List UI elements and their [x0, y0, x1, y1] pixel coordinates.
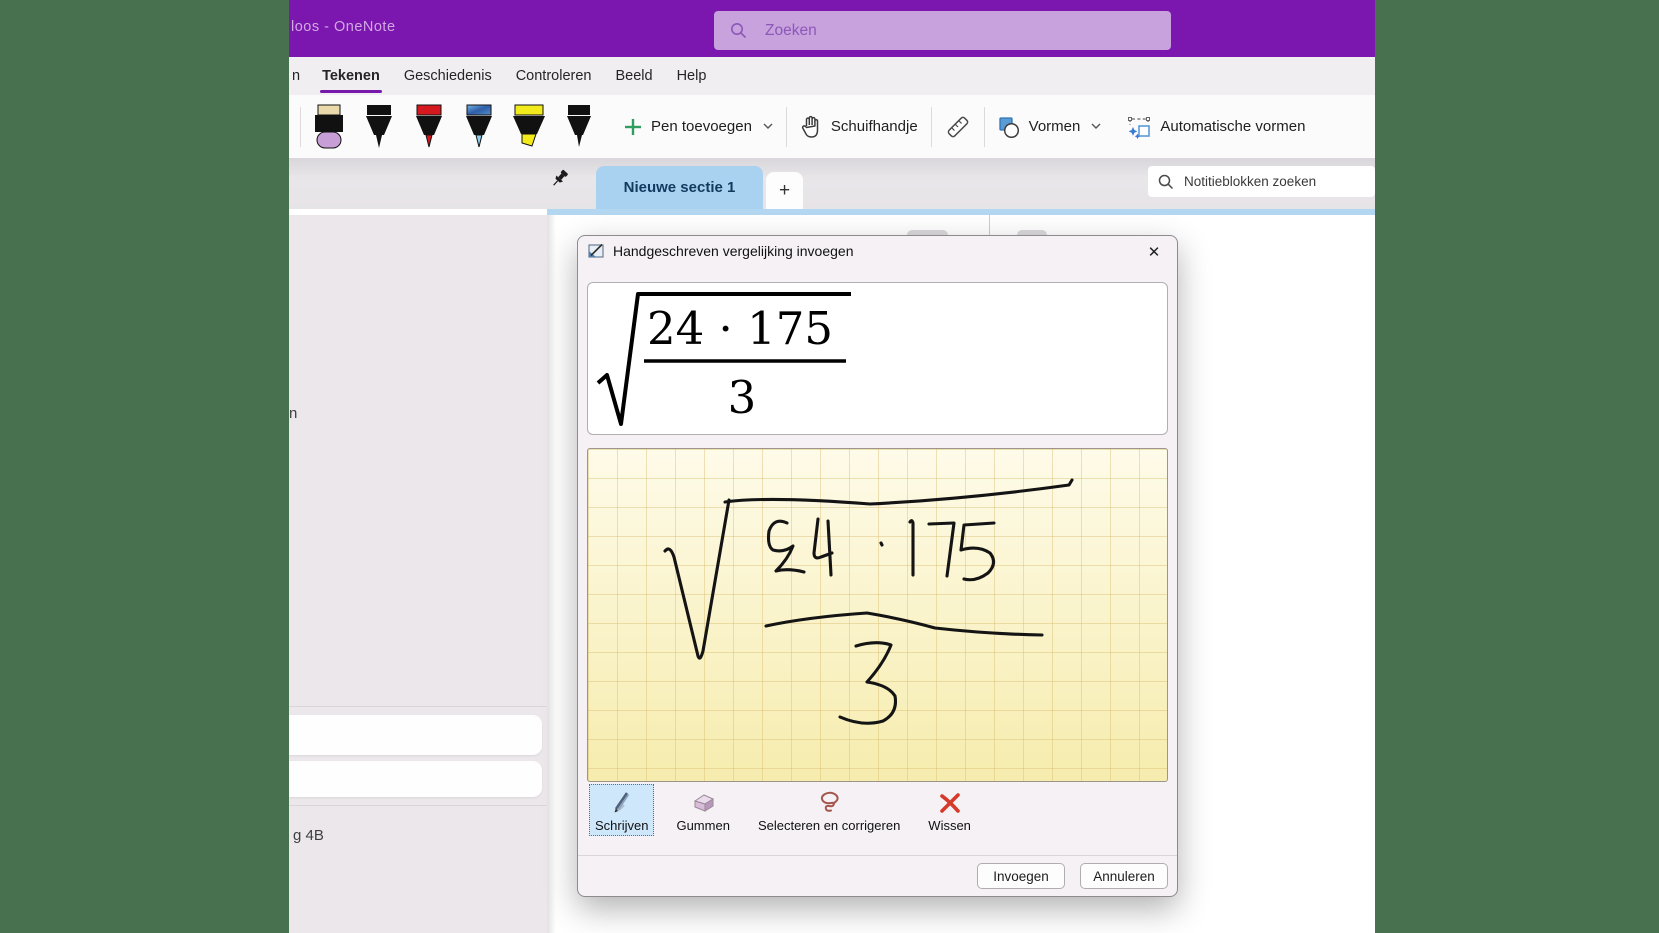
pin-icon[interactable] — [551, 169, 571, 189]
handwritten-equation-dialog: Handgeschreven vergelijking invoegen ✕ 2… — [577, 235, 1178, 897]
menu-item-help[interactable]: Help — [677, 68, 707, 84]
hand-icon — [801, 115, 819, 138]
black-pen-thin-icon[interactable] — [561, 104, 597, 150]
red-pen-icon[interactable] — [411, 104, 447, 150]
mode-label: Wissen — [928, 818, 971, 833]
yellow-highlighter-icon[interactable] — [511, 104, 547, 150]
mode-write-button[interactable]: Schrijven — [589, 784, 655, 836]
titlebar: loos - OneNote Zoeken — [289, 0, 1375, 57]
equation-numerator: 24 · 175 — [647, 302, 833, 355]
chevron-down-icon — [1091, 123, 1101, 129]
sidebar-partial-page-title: g 4B — [293, 827, 324, 844]
mode-clear-button[interactable]: Wissen — [922, 786, 977, 836]
page-list-item[interactable] — [289, 715, 542, 755]
notebook-search-placeholder: Notitieblokken zoeken — [1184, 174, 1317, 189]
close-icon[interactable]: ✕ — [1142, 240, 1166, 264]
add-pen-button[interactable]: Pen toevoegen — [624, 118, 773, 136]
red-x-icon — [939, 793, 960, 813]
black-pen-icon[interactable] — [361, 104, 397, 150]
menu-item-tekenen[interactable]: Tekenen — [320, 68, 382, 93]
menubar: n Tekenen Geschiedenis Controleren Beeld… — [289, 57, 1375, 95]
ribbon-separator — [930, 106, 932, 147]
equation-denominator: 3 — [728, 371, 757, 424]
equation-preview: 24 · 175 3 — [587, 282, 1168, 435]
galaxy-pen-icon[interactable] — [461, 104, 497, 150]
sidebar-partial-text: n — [289, 405, 298, 422]
section-tabstrip: Nieuwe sectie 1 + Notitieblokken zoeken — [289, 158, 1375, 209]
titlebar-search-box[interactable]: Zoeken — [714, 11, 1171, 50]
titlebar-search-placeholder: Zoeken — [765, 21, 817, 39]
desktop-background: loos - OneNote Zoeken n Tekenen Geschied… — [0, 0, 1659, 933]
eraser-pen-icon[interactable] — [311, 104, 347, 150]
page-list-item[interactable] — [289, 761, 542, 797]
sidebar-divider — [289, 706, 547, 707]
menu-item-controleren[interactable]: Controleren — [516, 68, 592, 84]
menu-item-geschiedenis[interactable]: Geschiedenis — [404, 68, 492, 84]
ruler-button[interactable] — [945, 114, 971, 140]
page-sidebar: n g 4B — [289, 215, 547, 933]
auto-shapes-button[interactable]: Automatische vormen — [1127, 115, 1305, 139]
handwriting-canvas[interactable] — [587, 448, 1168, 782]
shapes-label: Vormen — [1028, 118, 1081, 135]
menu-item-truncated[interactable]: n — [292, 68, 300, 84]
mode-select-correct-button[interactable]: Selecteren en corrigeren — [752, 786, 906, 836]
ribbon-separator — [300, 106, 301, 147]
insert-button[interactable]: Invoegen — [977, 863, 1065, 889]
shapes-icon — [999, 116, 1019, 138]
lasso-icon — [820, 791, 839, 812]
dialog-footer-divider — [578, 855, 1177, 856]
cancel-button[interactable]: Annuleren — [1080, 863, 1168, 889]
plus-icon — [625, 118, 641, 135]
sidebar-divider — [289, 805, 547, 806]
dialog-titlebar: Handgeschreven vergelijking invoegen — [578, 236, 1177, 266]
mode-label: Gummen — [676, 818, 730, 833]
pan-hand-label: Schuifhandje — [830, 118, 918, 135]
pen-gallery — [311, 104, 597, 150]
onenote-window: loos - OneNote Zoeken n Tekenen Geschied… — [289, 0, 1375, 933]
mode-label: Schrijven — [595, 818, 649, 833]
dialog-footer: Invoegen Annuleren — [977, 863, 1168, 889]
mode-label: Selecteren en corrigeren — [757, 818, 901, 833]
draw-ribbon: Pen toevoegen Schuifhandje Vormen Automa… — [289, 95, 1375, 159]
ink-mode-toolbar: Schrijven Gummen Selecteren en corrigere… — [589, 784, 977, 836]
add-pen-label: Pen toevoegen — [651, 118, 752, 135]
ink-strokes — [663, 478, 1074, 725]
write-pen-icon — [614, 792, 629, 813]
auto-shapes-icon — [1128, 116, 1151, 139]
ruler-icon — [947, 116, 968, 137]
auto-shapes-label: Automatische vormen — [1160, 118, 1306, 135]
chevron-down-icon — [763, 123, 773, 129]
pan-hand-button[interactable]: Schuifhandje — [800, 115, 918, 139]
ribbon-separator — [785, 106, 787, 147]
notebook-search-box[interactable]: Notitieblokken zoeken — [1148, 166, 1375, 197]
tab-nieuwe-sectie-1[interactable]: Nieuwe sectie 1 — [596, 166, 763, 209]
shapes-button[interactable]: Vormen — [998, 116, 1102, 138]
ribbon-separator — [983, 106, 985, 147]
mode-erase-button[interactable]: Gummen — [670, 786, 735, 836]
menu-item-beeld[interactable]: Beeld — [615, 68, 652, 84]
eraser-icon — [694, 794, 715, 812]
search-icon — [1158, 174, 1174, 189]
add-section-tab[interactable]: + — [766, 172, 803, 209]
window-title: loos - OneNote — [291, 19, 396, 35]
equation-dialog-icon — [588, 243, 604, 258]
search-icon — [731, 23, 747, 39]
dialog-title: Handgeschreven vergelijking invoegen — [613, 243, 854, 259]
